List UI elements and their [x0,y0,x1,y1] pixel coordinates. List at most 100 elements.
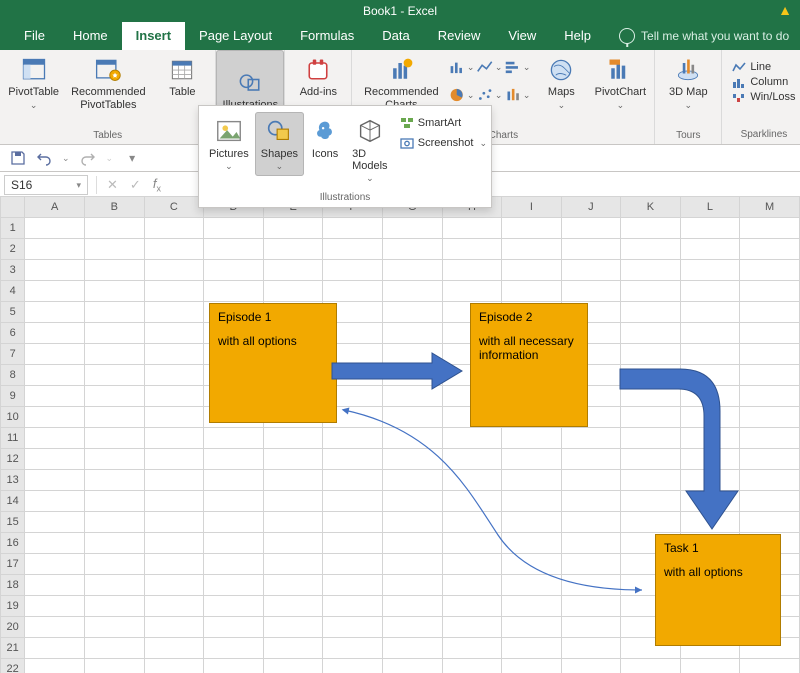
cell[interactable] [680,659,740,673]
cell[interactable] [204,617,264,638]
cell[interactable] [740,281,800,302]
cell[interactable] [561,659,620,673]
cell[interactable] [25,596,85,617]
cell[interactable] [740,344,800,365]
cell[interactable] [84,260,144,281]
cell[interactable] [621,239,681,260]
cell[interactable] [204,596,264,617]
column-header[interactable]: A [25,197,85,218]
row-header[interactable]: 8 [1,365,25,386]
row-header[interactable]: 19 [1,596,25,617]
cell[interactable] [442,260,502,281]
cell[interactable] [740,470,800,491]
cell[interactable] [382,218,442,239]
cell[interactable] [144,659,204,673]
cell[interactable] [84,512,144,533]
cell[interactable] [84,491,144,512]
cell[interactable] [263,512,323,533]
cell[interactable] [263,218,323,239]
row-header[interactable]: 14 [1,491,25,512]
cell[interactable] [25,428,85,449]
cell[interactable] [204,281,264,302]
cell[interactable] [204,470,264,491]
cell[interactable] [621,260,681,281]
column-header[interactable]: B [84,197,144,218]
row-header[interactable]: 7 [1,344,25,365]
cell[interactable] [740,659,800,673]
cell[interactable] [204,512,264,533]
cell[interactable] [323,239,383,260]
pictures-button[interactable]: Pictures⌄ [203,112,255,176]
tab-data[interactable]: Data [368,22,423,50]
cell[interactable] [740,239,800,260]
cell[interactable] [263,281,323,302]
spreadsheet-grid[interactable]: ABCDEFGHIJKLM123456789101112131415161718… [0,196,800,673]
screenshot-button[interactable]: Screenshot⌄ [400,136,487,150]
tab-file[interactable]: File [10,22,59,50]
cell[interactable] [84,365,144,386]
cell[interactable] [25,260,85,281]
cell[interactable] [621,281,681,302]
row-header[interactable]: 18 [1,575,25,596]
cell[interactable] [204,239,264,260]
cell[interactable] [323,617,383,638]
cell[interactable] [84,302,144,323]
cell[interactable] [442,638,502,659]
cell[interactable] [144,533,204,554]
cell[interactable] [84,344,144,365]
cell[interactable] [323,638,383,659]
cell[interactable] [84,554,144,575]
cell[interactable] [442,659,502,673]
fx-button[interactable]: fx [147,176,167,194]
column-header[interactable]: M [740,197,800,218]
cell[interactable] [323,281,383,302]
cell[interactable] [144,617,204,638]
cell[interactable] [144,323,204,344]
chart-more-button[interactable]: ⌄ [504,82,530,108]
cell[interactable] [263,659,323,673]
sparkline-line-button[interactable]: Line [732,60,795,74]
cell[interactable] [382,260,442,281]
cell[interactable] [382,659,442,673]
cell[interactable] [204,659,264,673]
cell[interactable] [680,323,740,344]
cell[interactable] [680,302,740,323]
cell[interactable] [442,617,502,638]
cell[interactable] [144,470,204,491]
cell[interactable] [740,302,800,323]
cell[interactable] [144,575,204,596]
cell[interactable] [561,617,620,638]
cell[interactable] [442,218,502,239]
cell[interactable] [84,596,144,617]
cell[interactable] [144,281,204,302]
cell[interactable] [740,512,800,533]
cell[interactable] [204,638,264,659]
row-header[interactable]: 4 [1,281,25,302]
cell[interactable] [25,386,85,407]
cell[interactable] [84,617,144,638]
row-header[interactable]: 21 [1,638,25,659]
cell[interactable] [204,428,264,449]
cell[interactable] [84,659,144,673]
cell[interactable] [204,554,264,575]
icons-button[interactable]: Icons [304,112,346,164]
cell[interactable] [144,512,204,533]
cell[interactable] [25,617,85,638]
cell[interactable] [680,218,740,239]
cell[interactable] [680,281,740,302]
cell[interactable] [740,491,800,512]
cell[interactable] [25,407,85,428]
row-header[interactable]: 9 [1,386,25,407]
cell[interactable] [263,260,323,281]
cell[interactable] [25,449,85,470]
cell[interactable] [144,365,204,386]
cell[interactable] [144,554,204,575]
recommended-pivottables-button[interactable]: Recommended PivotTables [65,54,151,128]
cell[interactable] [621,302,681,323]
cell[interactable] [740,386,800,407]
cell[interactable] [25,491,85,512]
row-header[interactable]: 1 [1,218,25,239]
cell[interactable] [621,323,681,344]
cell[interactable] [680,239,740,260]
row-header[interactable]: 15 [1,512,25,533]
